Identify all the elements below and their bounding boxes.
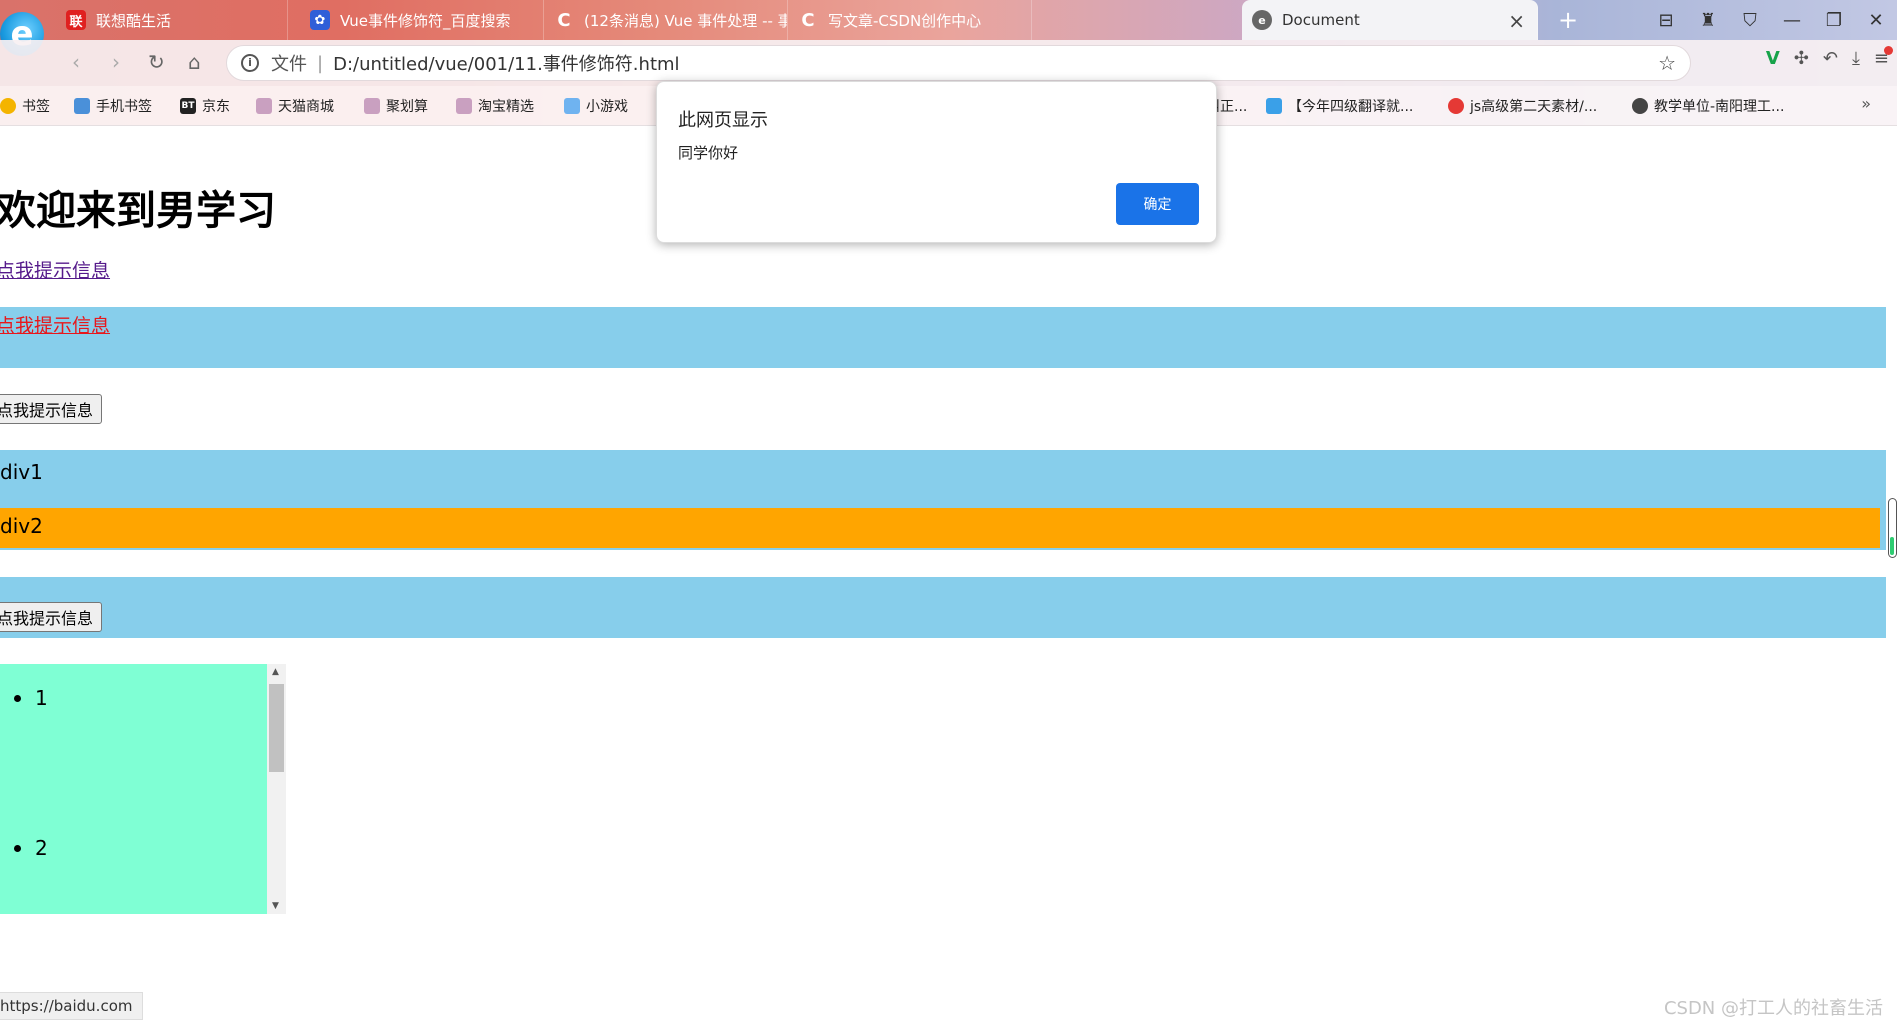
div2-label: div2 (0, 514, 43, 538)
bookmark-item[interactable]: BT 京东 (180, 96, 230, 116)
list-item: 2 (14, 836, 48, 860)
bookmark-item[interactable]: 小游戏 (564, 96, 628, 116)
globe-icon (1632, 98, 1648, 114)
tab-label: 联想酷生活 (96, 11, 172, 30)
extensions-puzzle-icon[interactable]: ✣ (1794, 48, 1809, 69)
menu-icon[interactable]: ≡ (1874, 46, 1894, 69)
alert-dialog: 此网页显示 同学你好 确定 (656, 81, 1217, 243)
status-url: https://baidu.com (0, 992, 144, 1020)
taobao-icon (456, 98, 472, 114)
tab-label: (12条消息) Vue 事件处理 -- 事件修 (584, 11, 787, 30)
tab-baidu-search[interactable]: ✿ Vue事件修饰符_百度搜索 (300, 0, 544, 40)
tab-label: Document (1282, 11, 1360, 29)
tab-csdn-editor[interactable]: C 写文章-CSDN创作中心 (788, 0, 1032, 40)
address-bar[interactable]: i 文件 | D:/untitled/vue/001/11.事件修饰符.html… (226, 45, 1691, 81)
list-item: 1 (14, 686, 48, 710)
bookmark-star-icon[interactable]: ☆ (1658, 51, 1676, 75)
bookmark-item[interactable]: 手机书签 (74, 96, 152, 116)
minimize-icon[interactable]: — (1771, 0, 1813, 40)
csdn-c-icon: C (557, 9, 571, 31)
bookmark-item[interactable]: 书签 (0, 96, 50, 116)
alert-button-2[interactable]: 点我提示信息 (0, 602, 103, 632)
lenovo-icon: 联 (66, 10, 86, 30)
scrollbar-thumb[interactable] (269, 684, 284, 772)
bullet (14, 694, 21, 702)
tab-label: 写文章-CSDN创作中心 (828, 11, 982, 30)
download-icon[interactable]: ⤓ (1852, 48, 1860, 69)
jd-icon: BT (180, 98, 196, 114)
tab-csdn-article[interactable]: C (12条消息) Vue 事件处理 -- 事件修 (544, 0, 788, 40)
toolbar-right: V ✣ ↶ ⤓ ≡ (1766, 46, 1894, 69)
juhuasuan-icon (364, 98, 380, 114)
restore-icon[interactable]: ❐ (1813, 0, 1855, 40)
bookmark-item[interactable]: 淘宝精选 (456, 96, 534, 116)
ok-button[interactable]: 确定 (1116, 183, 1199, 225)
g-icon (1448, 98, 1464, 114)
address-separator: | (317, 52, 324, 74)
bookmark-item[interactable]: 教学单位-南阳理工... (1632, 96, 1784, 116)
div1-label: div1 (0, 460, 43, 484)
prevent-default-link[interactable]: 点我提示信息 (0, 311, 110, 338)
phone-icon (74, 98, 90, 114)
plus-icon: + (1558, 6, 1579, 34)
page-heading: 欢迎来到男学习 (0, 188, 276, 234)
toolbar: ‹ › ↻ ⌂ i 文件 | D:/untitled/vue/001/11.事件… (0, 40, 1897, 86)
alert-button[interactable]: 点我提示信息 (0, 394, 103, 424)
close-window-icon[interactable]: ✕ (1855, 0, 1897, 40)
address-scheme: 文件 (271, 54, 307, 75)
address-url: D:/untitled/vue/001/11.事件修饰符.html (333, 54, 680, 75)
split-view-icon[interactable]: ⊟ (1645, 0, 1687, 40)
bookmark-item[interactable]: js高级第二天素材/... (1448, 96, 1597, 116)
bookmark-item[interactable]: 【今年四级翻译就... (1266, 96, 1413, 116)
scroll-down-icon[interactable]: ▼ (272, 901, 279, 911)
game-icon (564, 98, 580, 114)
tab-document[interactable]: e Document × (1242, 0, 1538, 40)
tab-label: Vue事件修饰符_百度搜索 (340, 11, 511, 30)
tab-close-icon[interactable]: × (1508, 9, 1525, 33)
star-icon (0, 98, 16, 114)
document-e-icon: e (1252, 10, 1272, 30)
div2-box[interactable]: div2 (0, 508, 1880, 548)
dialog-title: 此网页显示 (678, 110, 768, 131)
page-content: 欢迎来到男学习 点我提示信息 点我提示信息 点我提示信息 div1 div2 点… (0, 126, 1897, 1026)
bookmark-item[interactable]: 天猫商城 (256, 96, 334, 116)
bilibili-icon (1266, 98, 1282, 114)
blue-container: 点我提示信息 (0, 307, 1886, 368)
shirt-icon[interactable]: ⛉ (1729, 0, 1771, 40)
page-scroll-indicator[interactable] (1888, 498, 1897, 558)
tab-lenovo[interactable]: 联 联想酷生活 (56, 0, 288, 40)
watermark: CSDN @打工人的社畜生活 (1663, 998, 1883, 1019)
baidu-paw-icon: ✿ (310, 10, 330, 30)
new-tab-button[interactable]: + (1546, 0, 1586, 40)
site-info-icon[interactable]: i (241, 54, 259, 72)
extension-v-icon[interactable]: V (1766, 48, 1780, 69)
alert-link[interactable]: 点我提示信息 (0, 256, 110, 283)
forward-icon[interactable]: › (112, 50, 120, 74)
scrollable-list[interactable]: 1 2 ▲ ▼ (0, 664, 286, 914)
blue-container-2 (0, 577, 1886, 638)
undo-icon[interactable]: ↶ (1823, 48, 1838, 69)
bookmarks-more-icon[interactable]: » (1861, 94, 1871, 113)
bullet (14, 844, 21, 852)
scroll-up-icon[interactable]: ▲ (272, 667, 279, 677)
bookmark-item[interactable]: 聚划算 (364, 96, 428, 116)
dialog-message: 同学你好 (678, 144, 739, 162)
csdn-c-icon: C (801, 9, 815, 31)
skin-icon[interactable]: ♜ (1687, 0, 1729, 40)
home-icon[interactable]: ⌂ (188, 50, 201, 74)
reload-icon[interactable]: ↻ (148, 50, 165, 74)
window-controls: ⊟ ♜ ⛉ — ❐ ✕ (1645, 0, 1897, 40)
tab-strip: 联 联想酷生活 ✿ Vue事件修饰符_百度搜索 C (12条消息) Vue 事件… (56, 0, 1897, 42)
back-icon[interactable]: ‹ (72, 50, 80, 74)
list-scrollbar[interactable]: ▲ ▼ (267, 664, 286, 914)
tmall-icon (256, 98, 272, 114)
